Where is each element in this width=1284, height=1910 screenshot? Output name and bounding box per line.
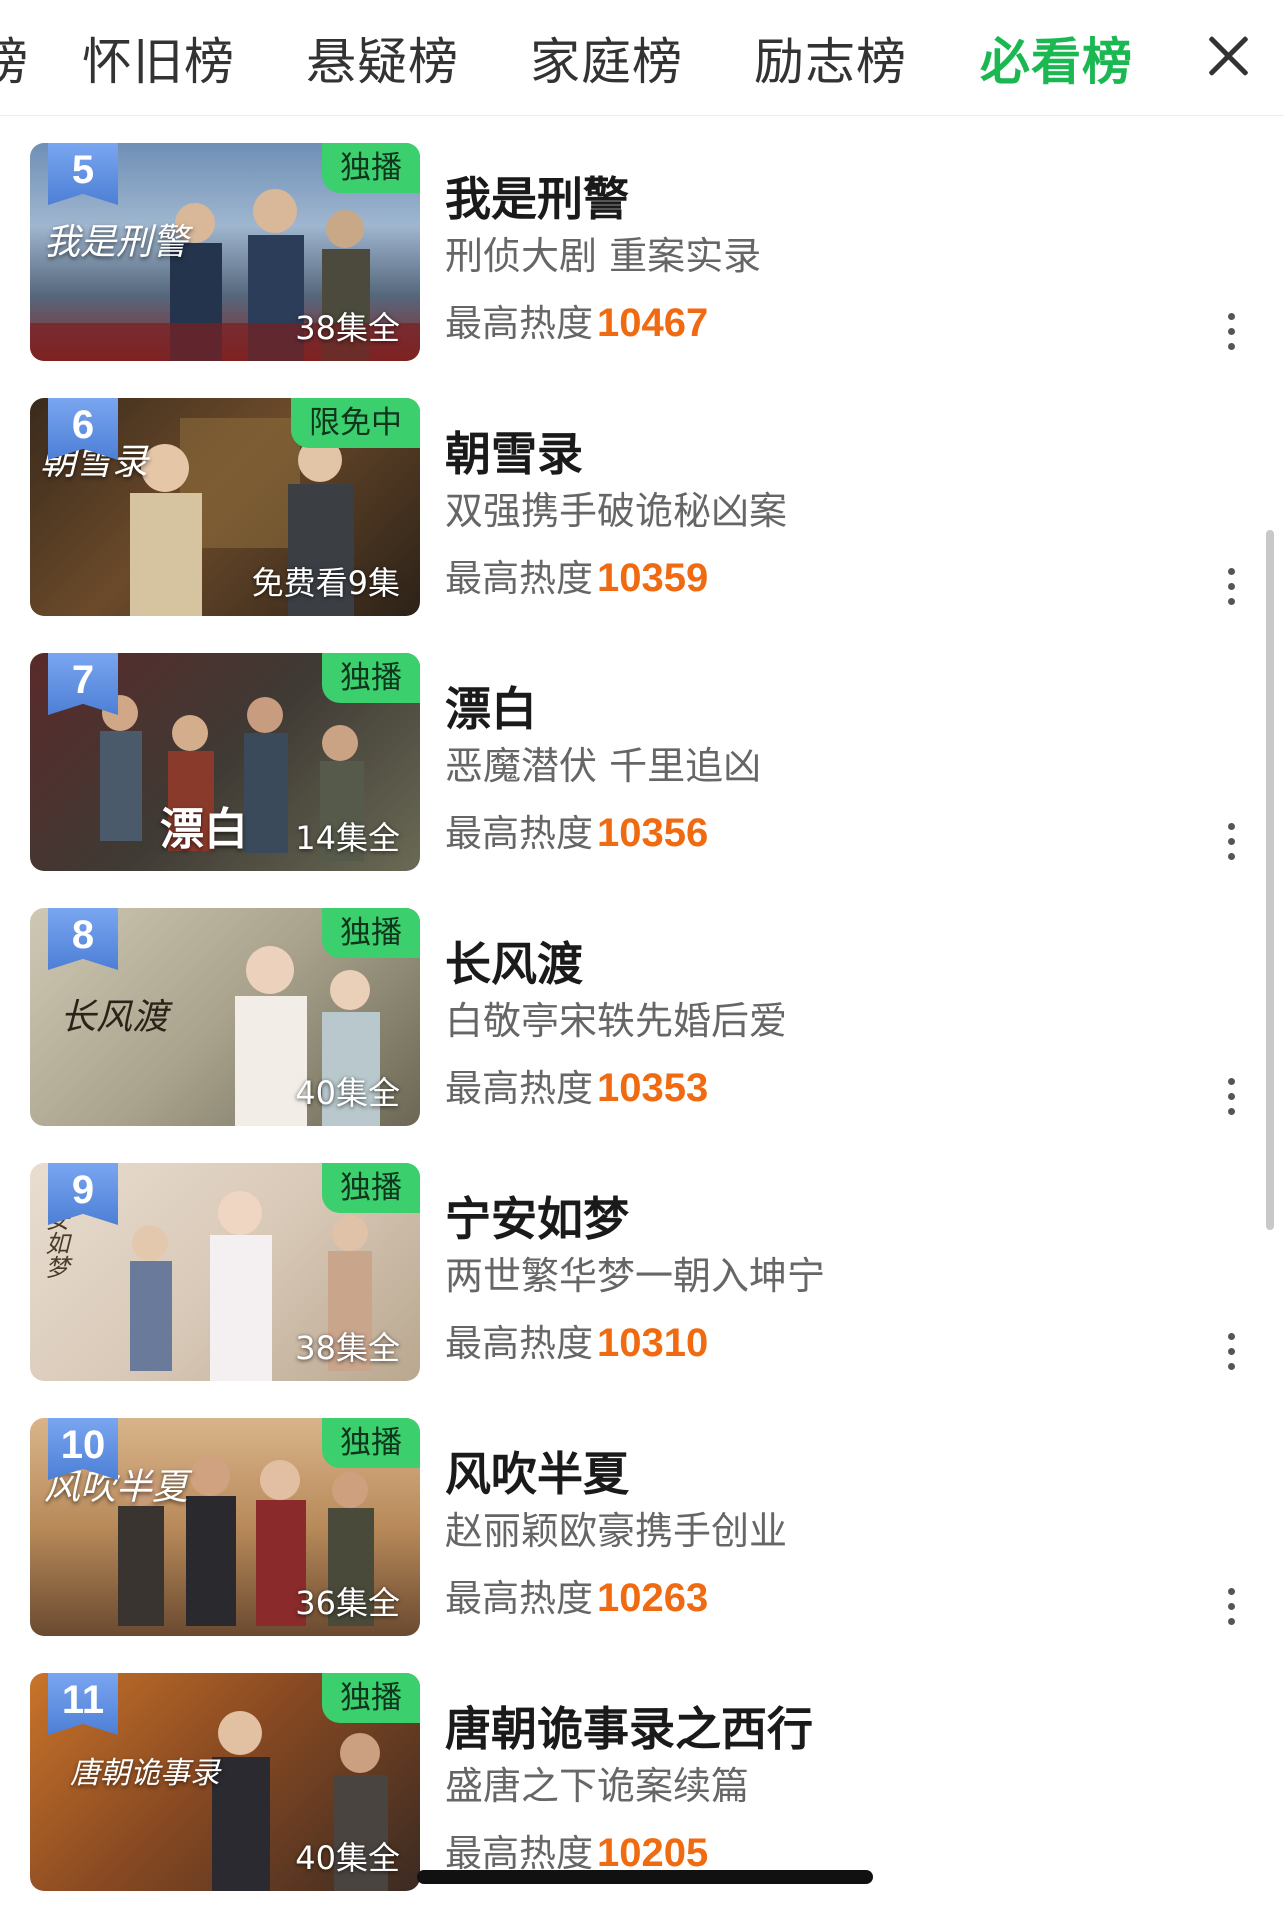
tab-suspense[interactable]: 悬疑榜 xyxy=(306,22,459,94)
show-title[interactable]: 朝雪录 xyxy=(445,418,583,484)
top-tab-bar: 榜 怀旧榜 悬疑榜 家庭榜 励志榜 必看榜 xyxy=(0,0,1284,116)
list-item[interactable]: 风吹半夏 10 独播 36集全 风吹半夏 赵丽颖欧豪携手创业 最高热度 10263 xyxy=(0,1418,1284,1673)
heat-row: 最高热度 10356 xyxy=(445,803,708,857)
poster-logo: 唐朝诡事录 xyxy=(70,1756,220,1791)
heat-row: 最高热度 10205 xyxy=(445,1823,708,1877)
scrollbar[interactable] xyxy=(1266,530,1274,1230)
heat-label: 最高热度 xyxy=(445,812,593,855)
poster-thumbnail[interactable]: 我是刑警 5 独播 38集全 xyxy=(30,143,420,361)
list-item[interactable]: 我是刑警 5 独播 38集全 我是刑警 刑侦大剧 重案实录 最高热度 10467 xyxy=(0,143,1284,398)
heat-value: 10353 xyxy=(597,1066,709,1110)
ranking-list: 我是刑警 5 独播 38集全 我是刑警 刑侦大剧 重案实录 最高热度 10467 … xyxy=(0,143,1284,1910)
show-title[interactable]: 漂白 xyxy=(445,673,537,739)
show-title[interactable]: 唐朝诡事录之西行 xyxy=(445,1693,813,1759)
episode-count: 40集全 xyxy=(295,1839,400,1877)
show-description: 刑侦大剧 重案实录 xyxy=(445,234,762,278)
heat-row: 最高热度 10263 xyxy=(445,1568,708,1622)
poster-thumbnail[interactable]: 长风渡 8 独播 40集全 xyxy=(30,908,420,1126)
poster-thumbnail[interactable]: 朝雪录 6 限免中 免费看9集 xyxy=(30,398,420,616)
show-description: 白敬亭宋轶先婚后爱 xyxy=(445,999,788,1043)
show-description: 两世繁华梦一朝入坤宁 xyxy=(445,1254,826,1298)
list-item[interactable]: 朝雪录 6 限免中 免费看9集 朝雪录 双强携手破诡秘凶案 最高热度 10359 xyxy=(0,398,1284,653)
exclusive-badge: 独播 xyxy=(322,1418,420,1468)
episode-count: 38集全 xyxy=(295,309,400,347)
heat-label: 最高热度 xyxy=(445,1577,593,1620)
episode-count: 38集全 xyxy=(295,1329,400,1367)
show-title[interactable]: 长风渡 xyxy=(445,928,583,994)
poster-logo: 漂白 xyxy=(160,804,248,855)
more-options-icon[interactable] xyxy=(1226,1078,1236,1120)
heat-value: 10263 xyxy=(597,1576,709,1620)
exclusive-badge: 独播 xyxy=(322,653,420,703)
poster-thumbnail[interactable]: 漂白 7 独播 14集全 xyxy=(30,653,420,871)
episode-count: 免费看9集 xyxy=(251,564,400,602)
exclusive-badge: 独播 xyxy=(322,908,420,958)
heat-label: 最高热度 xyxy=(445,1322,593,1365)
heat-label: 最高热度 xyxy=(445,1832,593,1875)
show-title[interactable]: 宁安如梦 xyxy=(445,1183,629,1249)
show-description: 赵丽颖欧豪携手创业 xyxy=(445,1509,788,1553)
heat-label: 最高热度 xyxy=(445,1067,593,1110)
list-item[interactable]: 长风渡 8 独播 40集全 长风渡 白敬亭宋轶先婚后爱 最高热度 10353 xyxy=(0,908,1284,1163)
show-description: 恶魔潜伏 千里追凶 xyxy=(445,744,762,788)
more-options-icon[interactable] xyxy=(1226,1333,1236,1375)
exclusive-badge: 独播 xyxy=(322,143,420,193)
show-title[interactable]: 风吹半夏 xyxy=(445,1438,629,1504)
poster-logo: 我是刑警 xyxy=(44,222,189,263)
list-item[interactable]: 宁安如梦 9 独播 38集全 宁安如梦 两世繁华梦一朝入坤宁 最高热度 10310 xyxy=(0,1163,1284,1418)
poster-thumbnail[interactable]: 唐朝诡事录 11 独播 40集全 xyxy=(30,1673,420,1891)
more-options-icon[interactable] xyxy=(1226,568,1236,610)
heat-row: 最高热度 10310 xyxy=(445,1313,708,1367)
free-badge: 限免中 xyxy=(291,398,420,448)
heat-value: 10205 xyxy=(597,1831,709,1875)
tab-family[interactable]: 家庭榜 xyxy=(530,22,683,94)
poster-logo: 长风渡 xyxy=(60,997,169,1038)
episode-count: 36集全 xyxy=(295,1584,400,1622)
more-options-icon[interactable] xyxy=(1226,823,1236,865)
home-indicator[interactable] xyxy=(417,1870,873,1884)
heat-label: 最高热度 xyxy=(445,302,593,345)
poster-thumbnail[interactable]: 宁安如梦 9 独播 38集全 xyxy=(30,1163,420,1381)
heat-value: 10310 xyxy=(597,1321,709,1365)
heat-value: 10467 xyxy=(597,301,709,345)
list-item[interactable]: 漂白 7 独播 14集全 漂白 恶魔潜伏 千里追凶 最高热度 10356 xyxy=(0,653,1284,908)
heat-label: 最高热度 xyxy=(445,557,593,600)
heat-row: 最高热度 10467 xyxy=(445,293,708,347)
show-title[interactable]: 我是刑警 xyxy=(445,163,629,229)
episode-count: 14集全 xyxy=(295,819,400,857)
heat-value: 10356 xyxy=(597,811,709,855)
more-options-icon[interactable] xyxy=(1226,313,1236,355)
tab-partial[interactable]: 榜 xyxy=(0,22,28,94)
heat-value: 10359 xyxy=(597,556,709,600)
heat-row: 最高热度 10353 xyxy=(445,1058,708,1112)
tab-inspirational[interactable]: 励志榜 xyxy=(754,22,907,94)
close-icon[interactable] xyxy=(1200,28,1256,84)
episode-count: 40集全 xyxy=(295,1074,400,1112)
heat-row: 最高热度 10359 xyxy=(445,548,708,602)
exclusive-badge: 独播 xyxy=(322,1163,420,1213)
exclusive-badge: 独播 xyxy=(322,1673,420,1723)
show-description: 盛唐之下诡案续篇 xyxy=(445,1764,750,1808)
tab-must-watch[interactable]: 必看榜 xyxy=(980,22,1133,94)
more-options-icon[interactable] xyxy=(1226,1588,1236,1630)
tab-nostalgia[interactable]: 怀旧榜 xyxy=(82,22,235,94)
poster-thumbnail[interactable]: 风吹半夏 10 独播 36集全 xyxy=(30,1418,420,1636)
show-description: 双强携手破诡秘凶案 xyxy=(445,489,788,533)
